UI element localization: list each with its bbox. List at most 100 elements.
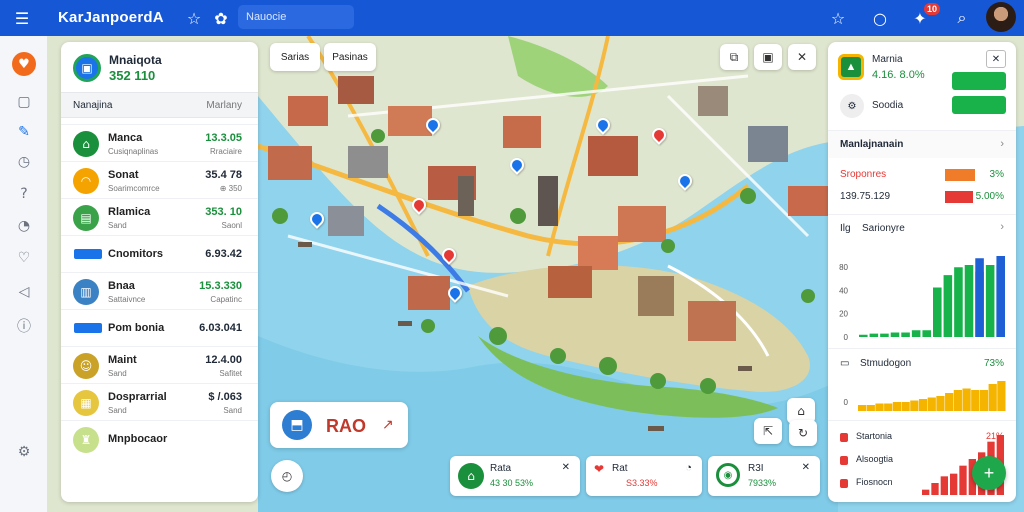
bottom-card-1[interactable]: ⌂ Rata 43 30 53% ✕ bbox=[450, 456, 580, 496]
bar bbox=[875, 403, 884, 411]
list-item-subvalue: Saonl bbox=[221, 221, 242, 230]
bottom-card-1-icon: ⌂ bbox=[458, 463, 484, 489]
bar bbox=[996, 256, 1005, 337]
section-stmudogon[interactable]: ▭ Stmudogon 73% 0 bbox=[828, 348, 1016, 416]
bar bbox=[985, 265, 995, 337]
soodia-icon: ⚙ bbox=[840, 94, 864, 118]
bar bbox=[866, 405, 875, 411]
bar bbox=[940, 476, 948, 495]
section-sarionyre-prefix: Ilg bbox=[840, 223, 851, 234]
close-icon[interactable]: ✕ bbox=[788, 44, 816, 70]
bullet-icon bbox=[840, 456, 848, 465]
chat-icon[interactable]: ○ bbox=[868, 6, 892, 30]
timer-icon[interactable]: ◔ bbox=[12, 214, 36, 238]
star-icon[interactable]: ☆ bbox=[182, 6, 206, 30]
y-tick-label: 0 bbox=[844, 398, 849, 407]
column-header-bar: Nanajina Marlany bbox=[61, 92, 258, 118]
list-item[interactable]: ◠ Sonat Soarimcomrce 35.4 78 ⊕ 350 bbox=[61, 161, 258, 201]
expand-icon[interactable]: ⇱ bbox=[754, 418, 782, 444]
y-tick-label: 40 bbox=[839, 286, 848, 295]
list-item-value: 353. 10 bbox=[205, 206, 242, 218]
bar bbox=[971, 390, 980, 411]
panel-logo-icon: ▣ bbox=[73, 54, 101, 82]
list-item-subvalue: Rraciaire bbox=[209, 147, 242, 156]
settings-gear-icon[interactable]: ✿ bbox=[209, 6, 233, 30]
list-item-subvalue: ⊕ 350 bbox=[219, 184, 242, 193]
brand-icon[interactable]: ♥ bbox=[12, 52, 36, 76]
section-sarionyre-title: Sarionyre bbox=[862, 223, 905, 234]
bar bbox=[954, 267, 963, 337]
list-item-title: Sonat bbox=[108, 169, 139, 181]
list-item[interactable]: ▦ Dosprarrial Sand $ /.063 Sand bbox=[61, 383, 258, 423]
marnia-action-button[interactable] bbox=[952, 72, 1006, 90]
list-item-value: $ /.063 bbox=[208, 391, 242, 403]
close-panel-icon[interactable]: ✕ bbox=[986, 50, 1006, 68]
list-item[interactable]: ♜ Mnpbocaor bbox=[61, 420, 258, 460]
bottom-card-2-clock-icon[interactable]: ◔ bbox=[685, 462, 692, 474]
section-manlajnanain[interactable]: Manlajnanain › bbox=[828, 130, 1016, 158]
bar bbox=[901, 402, 910, 411]
startonia-list-item[interactable]: Alsoogtia bbox=[840, 454, 930, 470]
search-box[interactable]: Nauocie bbox=[238, 5, 354, 29]
bullet-icon bbox=[840, 433, 848, 442]
marnia-value: 4.16. 8.0% bbox=[872, 69, 925, 81]
startonia-pct: 21% bbox=[985, 431, 1004, 441]
list-item-value: 13.3.05 bbox=[205, 132, 242, 144]
marnia-icon: ▲ bbox=[838, 54, 864, 80]
bottom-card-3[interactable]: ◉ R3I 7933% ✕ bbox=[708, 456, 820, 496]
square-icon[interactable]: ▢ bbox=[12, 90, 36, 114]
bottom-card-3-close-icon[interactable]: ✕ bbox=[802, 462, 810, 473]
bar bbox=[975, 258, 984, 337]
menu-icon[interactable]: ☰ bbox=[10, 6, 34, 30]
list-item-subtitle: Sand bbox=[108, 406, 127, 415]
bottom-card-2-value: S3.33% bbox=[626, 478, 658, 488]
startonia-list-item[interactable]: Startonia bbox=[840, 431, 930, 447]
section-sarionyre[interactable]: Ilg Sarionyre › 0 20 40 80 bbox=[828, 214, 1016, 344]
legend-arrow-icon: ↗ bbox=[382, 416, 394, 432]
help-icon[interactable]: ? bbox=[12, 182, 36, 206]
list-item[interactable]: ⌂ Manca Cusiqnaplinas 13.3.05 Rraciaire bbox=[61, 124, 258, 164]
list-item-value: 12.4.00 bbox=[205, 354, 242, 366]
tab-sarias[interactable]: Sarias bbox=[270, 43, 320, 71]
bar bbox=[945, 393, 954, 411]
list-item[interactable]: ☺ Maint Sand 12.4.00 Safitet bbox=[61, 346, 258, 386]
bar bbox=[950, 473, 958, 495]
bottom-card-1-title: Rata bbox=[490, 463, 512, 474]
compass-icon[interactable]: ◴ bbox=[271, 460, 303, 492]
list-item[interactable]: Cnomitors 6.93.42 bbox=[61, 235, 258, 275]
settings-icon[interactable]: ⚙ bbox=[12, 440, 36, 464]
list-item[interactable]: ▥ Bnaa Sattaivnce 15.3.330 Capatinc bbox=[61, 272, 258, 312]
bar bbox=[918, 399, 928, 411]
y-tick-label: 80 bbox=[839, 263, 848, 272]
chevron-right-icon: › bbox=[1000, 221, 1004, 233]
add-fab-button[interactable]: + bbox=[972, 456, 1006, 490]
column-left: Nanajina bbox=[73, 100, 113, 111]
bottom-card-2[interactable]: ❤ Rat S3.33% ◔ bbox=[586, 456, 702, 496]
layers-icon[interactable]: ⧉ bbox=[720, 44, 748, 70]
stat-row-2: 139.75.129 5.00% bbox=[828, 188, 1016, 208]
bar bbox=[943, 275, 953, 337]
bottom-card-1-close-icon[interactable]: ✕ bbox=[562, 462, 570, 473]
bar bbox=[988, 384, 997, 411]
edit-icon[interactable]: ✎ bbox=[12, 120, 36, 144]
search-icon[interactable]: ⌕ bbox=[950, 6, 974, 30]
section-stmudogon-pct: 73% bbox=[983, 358, 1004, 369]
info-icon[interactable]: ⓘ bbox=[12, 314, 36, 338]
bottom-card-3-icon: ◉ bbox=[716, 463, 740, 487]
favorite-icon[interactable]: ☆ bbox=[826, 6, 850, 30]
send-icon[interactable]: ◁ bbox=[12, 280, 36, 304]
bar bbox=[922, 330, 931, 337]
copy-icon[interactable]: ▣ bbox=[754, 44, 782, 70]
tab-sarias-label: Sarias bbox=[280, 51, 310, 63]
tab-pasinas[interactable]: Pasinas bbox=[324, 43, 376, 71]
startonia-list-item[interactable]: Fiosnocn bbox=[840, 477, 930, 493]
list-item[interactable]: Pom bonia 6.03.041 bbox=[61, 309, 258, 349]
soodia-action-button[interactable] bbox=[952, 96, 1006, 114]
pin-icon[interactable]: ♡ bbox=[12, 246, 36, 270]
clock-icon[interactable]: ◷ bbox=[12, 150, 36, 174]
rotate-icon[interactable]: ↻ bbox=[789, 420, 817, 446]
tab-pasinas-label: Pasinas bbox=[332, 51, 368, 63]
stat-pct-2: 5.00% bbox=[975, 191, 1004, 202]
avatar[interactable] bbox=[986, 2, 1016, 32]
list-item[interactable]: ▤ Rlamica Sand 353. 10 Saonl bbox=[61, 198, 258, 238]
